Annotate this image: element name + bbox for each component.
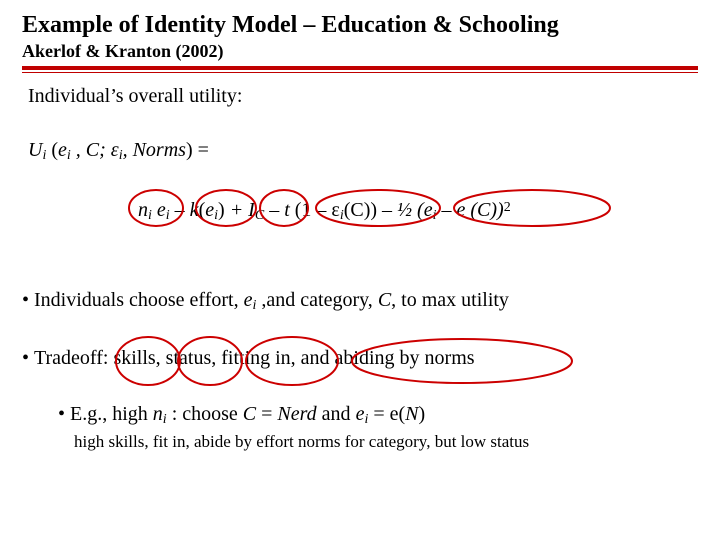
divider-thin — [22, 72, 698, 73]
bullet-2: •Tradeoff: skills, status, fitting in, a… — [22, 345, 698, 371]
term-e: e — [152, 199, 166, 221]
slide-body: Individual’s overall utility: Ui (ei , C… — [22, 83, 698, 453]
sb-mid1: : choose — [167, 403, 243, 425]
intro-line: Individual’s overall utility: — [28, 83, 698, 109]
sb-N: N — [405, 403, 418, 425]
term5-rest: – e (C)) — [436, 199, 503, 221]
b1-mid: ,and category, — [256, 289, 377, 311]
utility-rhs: ni ei – k(ei) + IC – t (1 – εi(C)) – ½ (… — [138, 197, 511, 225]
formula-area: Ui (ei , C; εi, Norms) = ni ei – k(ei) +… — [22, 137, 698, 257]
sb-eq1: = — [256, 403, 277, 425]
sb-C: C — [243, 403, 256, 425]
bullet-mark-icon: • — [58, 403, 70, 425]
term5-e: e — [424, 199, 433, 221]
slide-title: Example of Identity Model – Education & … — [22, 12, 698, 39]
term-n: n — [138, 199, 148, 221]
sb-n: n — [153, 403, 163, 425]
bullet-mark-icon: • — [22, 345, 34, 371]
bullet-list: •Individuals choose effort, ei ,and cate… — [22, 287, 698, 453]
sb-and: and — [317, 403, 356, 425]
mid1: , C; ε — [71, 139, 119, 161]
paren-open: ( — [46, 139, 58, 161]
term-I: + I — [225, 199, 255, 221]
sb-pre: E.g., high — [70, 403, 153, 425]
b1-pre: Individuals choose effort, — [34, 289, 244, 311]
term-t: – t — [264, 199, 295, 221]
term5-sq: 2 — [504, 200, 511, 215]
bullet-1: •Individuals choose effort, ei ,and cate… — [22, 287, 698, 315]
bullet-mark-icon: • — [22, 287, 34, 313]
term-I-C: C — [255, 208, 264, 223]
b1-C: C — [378, 289, 391, 311]
divider-thick — [22, 66, 698, 70]
p4o: (1 – ε — [295, 199, 340, 221]
sb-close: ) — [419, 403, 426, 425]
term-half: – ½ ( — [377, 199, 424, 221]
sub-bullet: • E.g., high ni : choose C = Nerd and ei… — [58, 401, 698, 429]
eq-close: ) = — [186, 139, 209, 161]
p2c: ) — [218, 199, 225, 221]
slide-subtitle: Akerlof & Kranton (2002) — [22, 41, 698, 62]
sb-Nerd: Nerd — [277, 403, 316, 425]
sym-U: U — [28, 139, 42, 161]
sub-note: high skills, fit in, abide by effort nor… — [74, 431, 698, 453]
utility-lhs: Ui (ei , C; εi, Norms) = — [28, 137, 209, 165]
slide: Example of Identity Model – Education & … — [0, 0, 720, 540]
p4c: (C)) — [344, 199, 377, 221]
term-k: – k — [170, 199, 199, 221]
sb-eq2: = e( — [368, 403, 405, 425]
mid2: , Norms — [123, 139, 186, 161]
b2-text: Tradeoff: skills, status, fitting in, an… — [34, 347, 475, 369]
term-ke: e — [205, 199, 214, 221]
sym-e: e — [58, 139, 67, 161]
b1-post: , to max utility — [391, 289, 509, 311]
